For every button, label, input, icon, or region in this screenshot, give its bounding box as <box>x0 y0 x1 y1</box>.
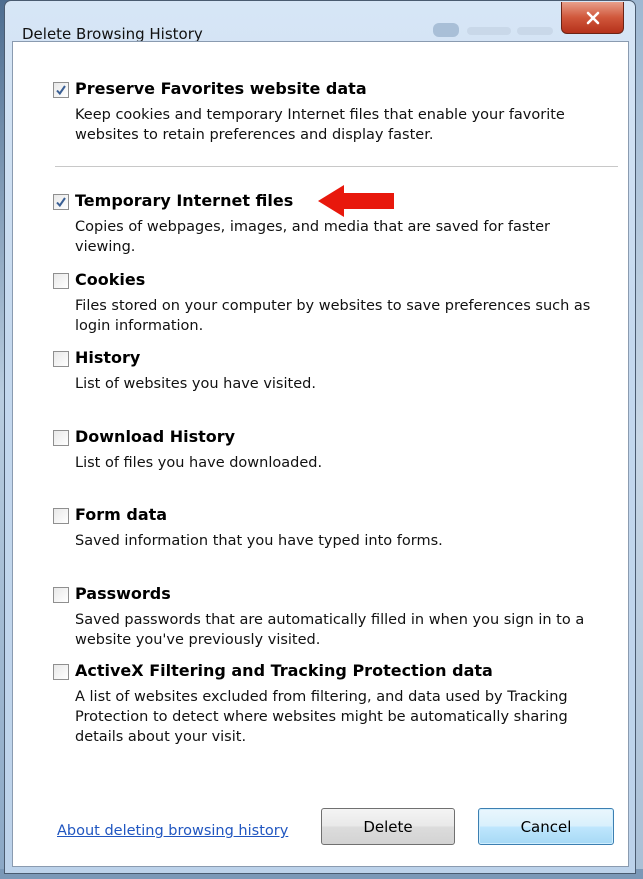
close-button[interactable] <box>561 2 624 34</box>
passwords-checkbox[interactable] <box>53 587 69 603</box>
preserve-favorites-label[interactable]: Preserve Favorites website data <box>75 79 367 98</box>
cookies-label[interactable]: Cookies <box>75 270 145 289</box>
download-history-description: List of files you have downloaded. <box>75 455 323 471</box>
red-arrow-left-icon <box>318 185 394 217</box>
activex-filtering-description: A list of websites excluded from filteri… <box>75 689 568 745</box>
temporary-internet-files-description: Copies of webpages, images, and media th… <box>75 219 550 255</box>
blurred-background-text <box>467 27 511 35</box>
cookies-description: Files stored on your computer by website… <box>75 298 591 334</box>
title-bar[interactable]: Delete Browsing History <box>5 1 635 43</box>
checkmark-icon <box>56 85 66 96</box>
close-icon <box>586 11 599 24</box>
preserve-favorites-description: Keep cookies and temporary Internet file… <box>75 107 565 143</box>
passwords-description: Saved passwords that are automatically f… <box>75 612 585 648</box>
blurred-background-text <box>517 27 553 35</box>
checkmark-icon <box>56 197 66 208</box>
history-checkbox[interactable] <box>53 351 69 367</box>
download-history-checkbox[interactable] <box>53 430 69 446</box>
history-label[interactable]: History <box>75 348 140 367</box>
download-history-label[interactable]: Download History <box>75 427 235 446</box>
dialog-content: Preserve Favorites website data Keep coo… <box>12 41 629 867</box>
blurred-background-icon <box>433 23 459 37</box>
delete-browsing-history-dialog: Delete Browsing History Preserve Favorit… <box>4 0 636 874</box>
temporary-internet-files-label[interactable]: Temporary Internet files <box>75 191 293 210</box>
form-data-label[interactable]: Form data <box>75 505 167 524</box>
cancel-button[interactable]: Cancel <box>478 808 614 845</box>
form-data-description: Saved information that you have typed in… <box>75 533 443 549</box>
cookies-checkbox[interactable] <box>53 273 69 289</box>
about-deleting-history-link[interactable]: About deleting browsing history <box>57 823 288 839</box>
temporary-internet-files-checkbox[interactable] <box>53 194 69 210</box>
activex-filtering-checkbox[interactable] <box>53 664 69 680</box>
separator <box>55 166 618 167</box>
passwords-label[interactable]: Passwords <box>75 584 171 603</box>
preserve-favorites-checkbox[interactable] <box>53 82 69 98</box>
activex-filtering-label[interactable]: ActiveX Filtering and Tracking Protectio… <box>75 661 493 680</box>
history-description: List of websites you have visited. <box>75 376 316 392</box>
form-data-checkbox[interactable] <box>53 508 69 524</box>
delete-button[interactable]: Delete <box>321 808 455 845</box>
